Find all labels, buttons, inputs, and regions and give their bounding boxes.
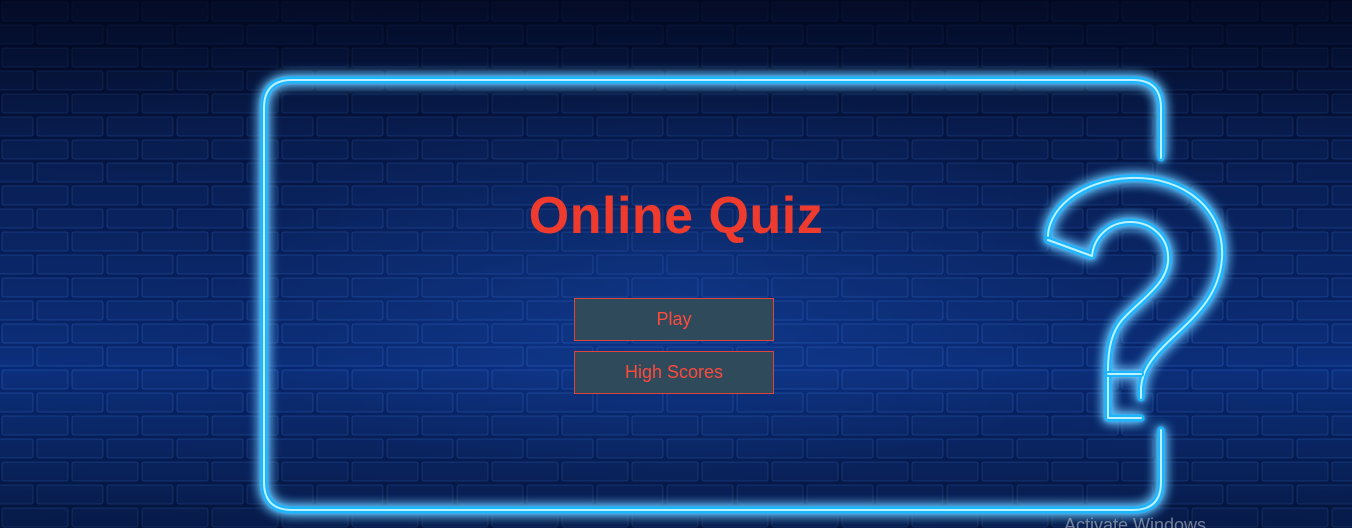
activate-windows-watermark: Activate Windows — [1064, 515, 1207, 528]
quiz-home-screen: Online Quiz Play High Scores Activate Wi… — [0, 0, 1352, 528]
page-title: Online Quiz — [528, 187, 824, 245]
neon-question-frame — [260, 76, 1226, 514]
play-button[interactable]: Play — [574, 298, 774, 341]
high-scores-button[interactable]: High Scores — [574, 351, 774, 394]
